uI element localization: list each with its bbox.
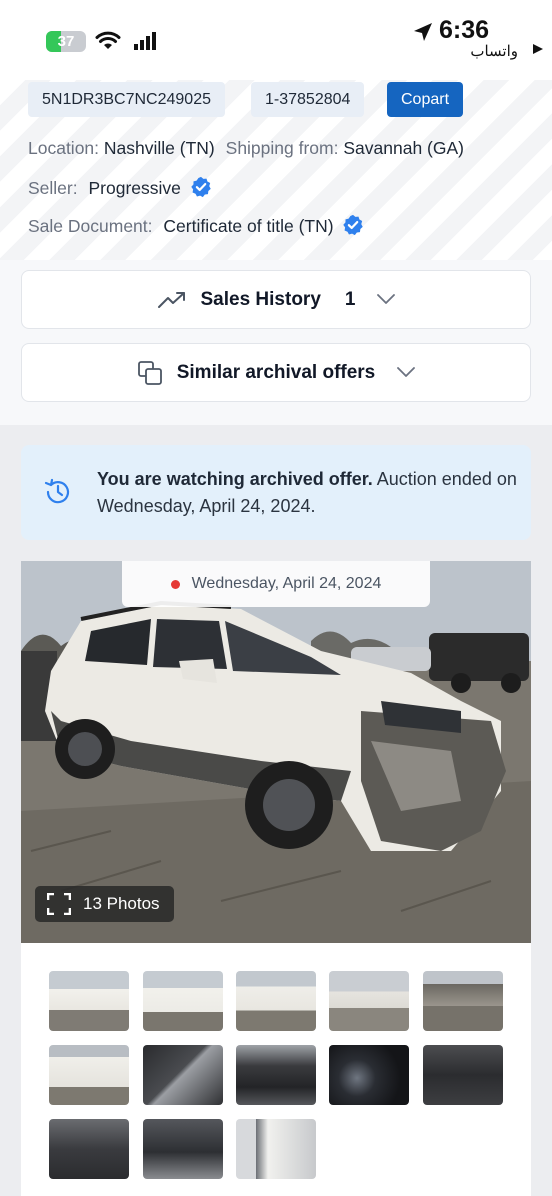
- photo-thumbnail[interactable]: [143, 1119, 223, 1179]
- sale-date-pill: Wednesday, April 24, 2024: [122, 561, 430, 607]
- sale-document-value: Certificate of title (TN): [163, 216, 334, 236]
- location-row: Location: Nashville (TN) Shipping from: …: [28, 138, 464, 159]
- photos-count-label: 13 Photos: [83, 894, 160, 913]
- shipping-label: Shipping from:: [225, 138, 339, 158]
- sale-date-text: Wednesday, April 24, 2024: [191, 575, 382, 592]
- clock: 6:36: [439, 16, 490, 44]
- main-vehicle-photo[interactable]: Wednesday, April 24, 2024 13 Photos: [21, 561, 531, 943]
- sales-history-label: Sales History: [200, 288, 321, 310]
- photo-thumbnail[interactable]: [329, 1045, 409, 1105]
- sales-history-count: 1: [344, 288, 356, 310]
- archived-notice: You are watching archived offer. Auction…: [21, 445, 531, 540]
- main-content: You are watching archived offer. Auction…: [0, 425, 552, 1196]
- photo-thumbnail-grid: [21, 943, 531, 1196]
- photo-thumbnail[interactable]: [49, 1045, 129, 1105]
- battery-icon: 37: [46, 31, 86, 52]
- live-dot-icon: [170, 579, 180, 589]
- archived-notice-bold: You are watching archived offer.: [97, 469, 373, 489]
- similar-offers-accordion[interactable]: Similar archival offers: [21, 343, 531, 402]
- location-label: Location:: [28, 138, 100, 158]
- auction-source-badge[interactable]: Copart: [387, 82, 464, 117]
- wifi-icon: [95, 31, 121, 49]
- fullscreen-icon: [47, 893, 71, 915]
- copy-icon: [137, 360, 163, 386]
- verified-badge-icon: [343, 214, 364, 236]
- seller-label: Seller:: [28, 178, 78, 198]
- location-value: Nashville (TN): [103, 138, 215, 158]
- view-all-photos-button[interactable]: 13 Photos: [35, 886, 174, 922]
- sale-document-row: Sale Document: Certificate of title (TN): [28, 214, 364, 237]
- verified-badge-icon: [191, 176, 211, 198]
- similar-offers-label: Similar archival offers: [176, 361, 376, 383]
- photo-thumbnail[interactable]: [236, 1119, 316, 1179]
- location-arrow-icon: [414, 23, 432, 41]
- photo-thumbnail[interactable]: [423, 1045, 503, 1105]
- shipping-value: Savannah (GA): [343, 138, 464, 158]
- photo-thumbnail[interactable]: [143, 1045, 223, 1105]
- back-triangle-icon[interactable]: [533, 44, 543, 54]
- vin-chip[interactable]: 5N1DR3BC7NC249025: [28, 82, 225, 117]
- photo-thumbnail[interactable]: [143, 971, 223, 1031]
- photo-thumbnail[interactable]: [329, 971, 409, 1031]
- seller-value: Progressive: [88, 178, 181, 198]
- battery-level: 37: [57, 33, 75, 50]
- trending-up-icon: [157, 290, 187, 310]
- listing-info: 5N1DR3BC7NC249025 1-37852804 Copart Loca…: [0, 80, 552, 260]
- archived-notice-text: You are watching archived offer. Auction…: [97, 466, 517, 520]
- photo-thumbnail[interactable]: [423, 971, 503, 1031]
- photo-thumbnail[interactable]: [49, 971, 129, 1031]
- chevron-down-icon: [397, 367, 416, 378]
- sale-document-label: Sale Document:: [28, 216, 153, 236]
- back-to-app-label[interactable]: واتساب: [470, 42, 518, 60]
- photo-thumbnail[interactable]: [236, 971, 316, 1031]
- status-bar: 37 6:36 واتساب: [0, 0, 552, 80]
- photo-thumbnail[interactable]: [236, 1045, 316, 1105]
- signal-icon: [134, 32, 156, 50]
- chevron-down-icon: [377, 294, 396, 305]
- seller-row: Seller: Progressive: [28, 176, 212, 199]
- photo-thumbnail[interactable]: [49, 1119, 129, 1179]
- history-icon: [44, 478, 70, 504]
- sales-history-accordion[interactable]: Sales History 1: [21, 270, 531, 329]
- lot-number-chip[interactable]: 1-37852804: [251, 82, 365, 117]
- history-section: Sales History 1 Similar archival offers: [0, 260, 552, 425]
